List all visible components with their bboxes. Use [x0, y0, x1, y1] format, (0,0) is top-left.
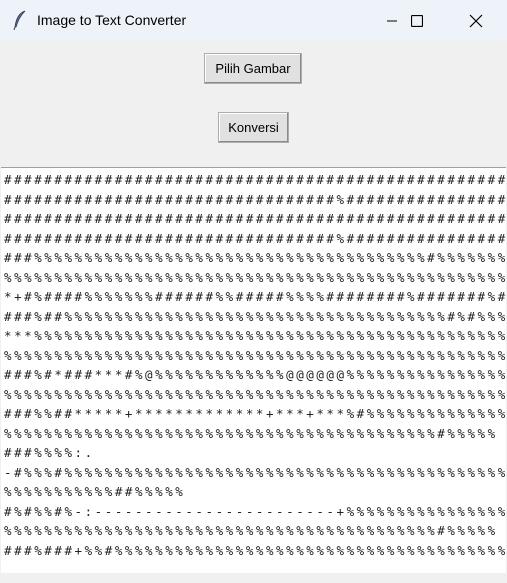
output-text-area[interactable]: ########################################…: [1, 167, 506, 573]
output-line: -#%%%#%%%%%%%%%%%%%%%%%%%%%%%%%%%%%%%%%%…: [4, 464, 506, 480]
output-line: %%%%%%%%%%%%%%%%%%%%%%%%%%%%%%%%%%%%%%%%…: [4, 523, 498, 538]
maximize-button[interactable]: [394, 0, 440, 41]
output-line: ***%%%%%%%%%%%%%%%%%%%%%%%%%%%%%%%%%%%%%…: [4, 328, 506, 343]
output-line: %%%%%%%%%%%%%%%%%%%%%%%%%%%%%%%%%%%%%%%%…: [4, 269, 506, 285]
output-line: ###%%##*****+*************+***+***%#%%%%…: [4, 406, 506, 421]
output-line: %%%%%%%%%%%##%%%%%: [4, 484, 186, 499]
maximize-icon: [411, 14, 423, 27]
output-line: #################################%######…: [4, 230, 506, 246]
output-line: %%%%%%%%%%%%%%%%%%%%%%%%%%%%%%%%%%%%%%%%…: [4, 425, 498, 441]
output-line: ########################################…: [4, 172, 506, 187]
output-line: #%#%%#%-:------------------------+%%%%%%…: [4, 503, 506, 519]
convert-button[interactable]: Konversi: [218, 112, 289, 143]
feather-icon: [13, 10, 26, 30]
output-line: ########################################…: [4, 211, 506, 226]
output-line: *+#%####%%%%%%%######%%#####%%%%########…: [4, 289, 506, 304]
output-line: %%%%%%%%%%%%%%%%%%%%%%%%%%%%%%%%%%%%%%%%…: [4, 347, 506, 363]
close-button[interactable]: [453, 0, 499, 41]
output-line: ###%##%%%%%%%%%%%%%%%%%%%%%%%%%%%%%%%%%%…: [4, 308, 506, 324]
output-line: %%%%%%%%%%%%%%%%%%%%%%%%%%%%%%%%%%%%%%%%…: [4, 386, 506, 402]
output-line: ###%#*###***#%@%%%%%%%%%%%%%@@@@@@%%%%%%…: [4, 367, 506, 382]
title-bar: Image to Text Converter: [0, 0, 507, 41]
output-line: #################################%######…: [4, 191, 506, 207]
choose-image-button[interactable]: Pilih Gambar: [204, 53, 302, 84]
output-line: ###%%%%:.: [4, 445, 95, 460]
output-line: ###%###+%%#%%%%%%%%%%%%%%%%%%%%%%%%%%%%%…: [4, 542, 506, 558]
close-icon: [469, 14, 483, 27]
window-title: Image to Text Converter: [37, 12, 187, 28]
output-line: ###%%%%%%%%%%%%%%%%%%%%%%%%%%%%%%%%%%%%%…: [4, 250, 506, 265]
